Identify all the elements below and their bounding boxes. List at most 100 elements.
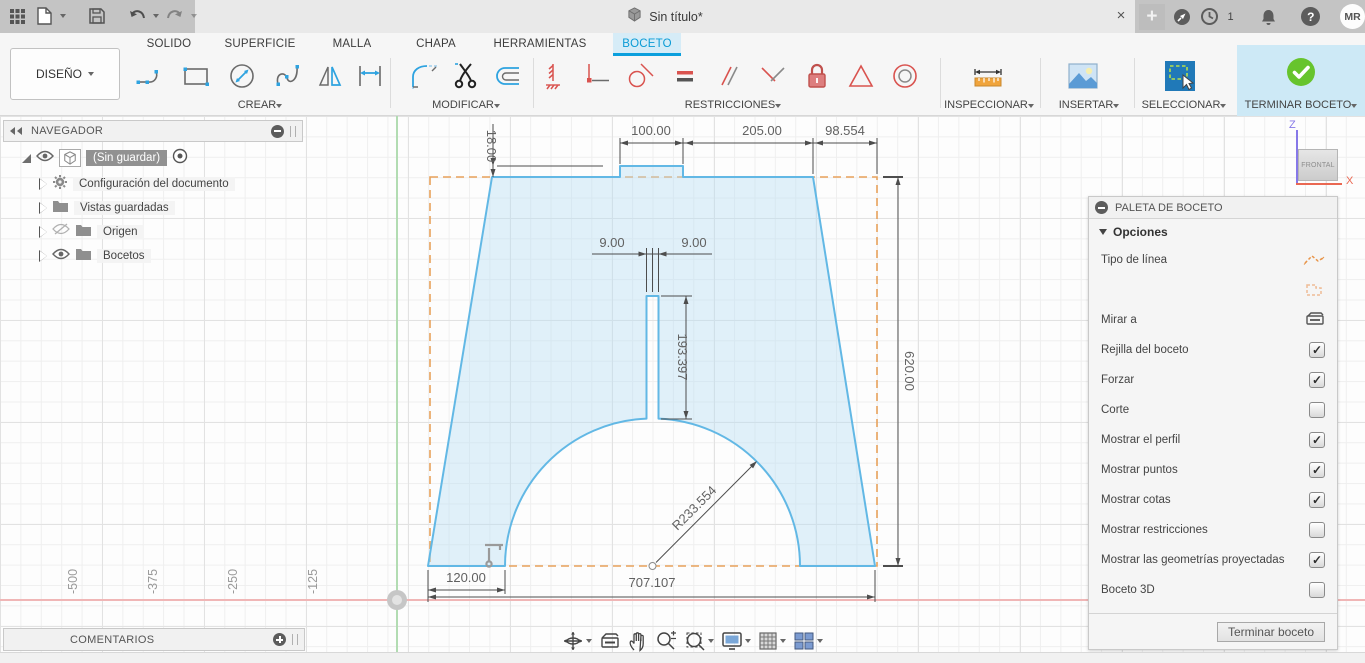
visibility-off-eye-icon[interactable]	[52, 223, 70, 241]
orbit-button[interactable]	[560, 629, 594, 653]
add-comment-icon[interactable]	[273, 633, 286, 646]
undo-icon[interactable]	[126, 5, 148, 27]
navigator-item-label[interactable]: Vistas guardadas	[74, 201, 175, 215]
close-document-icon[interactable]: ×	[1112, 7, 1130, 25]
create-spline-icon[interactable]	[271, 59, 305, 93]
group-seleccionar[interactable]: SELECCIONAR	[1128, 97, 1240, 113]
viewcube-front-face[interactable]: FRONTAL	[1298, 149, 1338, 181]
projected-geometry-icon[interactable]	[1303, 281, 1325, 300]
display-settings-caret-icon[interactable]	[745, 639, 751, 643]
display-settings-button[interactable]	[719, 630, 753, 652]
finish-sketch-check-icon[interactable]	[1284, 55, 1318, 89]
linetype-icon[interactable]	[1303, 251, 1325, 270]
expand-closed-icon[interactable]	[39, 202, 47, 214]
minimize-panel-icon[interactable]	[1095, 201, 1108, 214]
constraint-polygon-icon[interactable]	[844, 59, 878, 93]
tab-chapa[interactable]: CHAPA	[406, 33, 466, 56]
dim-slot-left-offset[interactable]: 9.00	[599, 235, 624, 250]
grid-settings-caret-icon[interactable]	[780, 639, 786, 643]
expand-closed-icon[interactable]	[39, 178, 47, 190]
dim-tab-width[interactable]: 100.00	[631, 123, 671, 138]
navigator-item-label[interactable]: Configuración del documento	[73, 177, 235, 191]
new-tab-button[interactable]: +	[1139, 3, 1165, 30]
create-line-icon[interactable]	[133, 59, 167, 93]
redo-caret-icon[interactable]	[191, 14, 197, 18]
show-projected-geometries-checkbox[interactable]: ✓	[1309, 552, 1325, 568]
create-rectangle-icon[interactable]	[179, 59, 213, 93]
snap-checkbox[interactable]: ✓	[1309, 372, 1325, 388]
pan-button[interactable]	[626, 629, 650, 653]
expand-closed-icon[interactable]	[39, 226, 47, 238]
visibility-eye-icon[interactable]	[52, 247, 70, 265]
show-constraints-checkbox[interactable]	[1309, 522, 1325, 538]
origin-marker[interactable]	[387, 590, 407, 610]
modify-trim-icon[interactable]	[449, 59, 483, 93]
modify-offset-icon[interactable]	[490, 59, 524, 93]
modify-fillet-icon[interactable]	[408, 59, 442, 93]
redo-icon[interactable]	[164, 5, 186, 27]
finish-sketch-button[interactable]: Terminar boceto	[1216, 621, 1325, 642]
constraint-concentric-icon[interactable]	[888, 59, 922, 93]
group-terminar-boceto[interactable]: TERMINAR BOCETO	[1240, 97, 1362, 113]
panel-grip-icon[interactable]	[292, 634, 298, 645]
constraint-horizontal-vertical-icon[interactable]	[536, 59, 570, 93]
tab-solido[interactable]: SOLIDO	[140, 33, 198, 56]
tab-malla[interactable]: MALLA	[322, 33, 382, 56]
tab-boceto[interactable]: BOCETO	[613, 33, 681, 56]
group-inspeccionar[interactable]: INSPECCIONAR	[930, 97, 1048, 113]
document-tab[interactable]: Sin título*	[195, 0, 1135, 33]
insert-image-icon[interactable]	[1066, 59, 1100, 93]
document-root-label[interactable]: (Sin guardar)	[86, 150, 168, 166]
viewports-caret-icon[interactable]	[817, 639, 823, 643]
save-icon[interactable]	[86, 5, 108, 27]
look-at-button[interactable]	[597, 630, 623, 652]
constraint-collinear-icon[interactable]	[756, 59, 790, 93]
section-collapse-icon[interactable]	[1099, 229, 1107, 235]
navigator-item-saved-views[interactable]: Vistas guardadas	[39, 198, 175, 218]
orbit-caret-icon[interactable]	[586, 639, 592, 643]
tab-herramientas[interactable]: HERRAMIENTAS	[490, 33, 590, 56]
job-status-clock-icon[interactable]	[1199, 6, 1221, 28]
navigator-item-label[interactable]: Bocetos	[97, 249, 151, 263]
select-tool-icon[interactable]	[1163, 59, 1197, 93]
dim-foot-width[interactable]: 120.00	[446, 570, 486, 585]
zoom-window-caret-icon[interactable]	[708, 639, 714, 643]
collapse-panel-icon[interactable]	[10, 127, 24, 135]
dim-arc-radius[interactable]: R233.554	[669, 483, 719, 533]
navigator-root-row[interactable]: (Sin guardar)	[22, 148, 188, 168]
dim-slot-depth[interactable]: 193.397	[675, 334, 690, 381]
3d-sketch-checkbox[interactable]	[1309, 582, 1325, 598]
create-mirror-icon[interactable]	[314, 59, 348, 93]
file-menu-icon[interactable]	[33, 5, 55, 27]
group-insertar[interactable]: INSERTAR	[1046, 97, 1132, 113]
dim-total-width[interactable]: 707.107	[629, 575, 676, 590]
constraint-parallel-icon[interactable]	[712, 59, 746, 93]
create-dimension-icon[interactable]	[353, 59, 387, 93]
navigator-item-sketches[interactable]: Bocetos	[39, 246, 151, 266]
extensions-icon[interactable]	[1171, 6, 1193, 28]
undo-caret-icon[interactable]	[153, 14, 159, 18]
zoom-window-button[interactable]	[682, 629, 716, 653]
palette-section-options[interactable]: Opciones	[1089, 219, 1337, 245]
navigator-item-doc-settings[interactable]: Configuración del documento	[39, 174, 235, 194]
app-menu-icon[interactable]	[6, 5, 28, 27]
navigator-item-origin[interactable]: Origen	[39, 222, 144, 242]
show-points-checkbox[interactable]: ✓	[1309, 462, 1325, 478]
create-circle-icon[interactable]	[225, 59, 259, 93]
look-at-icon[interactable]	[1305, 310, 1325, 330]
dim-top-right-span[interactable]: 205.00	[742, 123, 782, 138]
file-menu-caret-icon[interactable]	[60, 14, 66, 18]
zoom-button[interactable]	[653, 629, 679, 653]
activate-target-icon[interactable]	[172, 148, 188, 169]
viewports-button[interactable]	[791, 630, 825, 652]
group-restricciones[interactable]: RESTRICCIONES	[600, 97, 866, 113]
show-profile-checkbox[interactable]: ✓	[1309, 432, 1325, 448]
notifications-bell-icon[interactable]	[1258, 6, 1280, 28]
constraint-equal-icon[interactable]	[668, 59, 702, 93]
inspect-measure-icon[interactable]	[971, 59, 1005, 93]
sketch-profile[interactable]	[427, 165, 876, 567]
tab-superficie[interactable]: SUPERFICIE	[222, 33, 298, 56]
help-icon[interactable]: ?	[1301, 7, 1321, 26]
constraint-lock-icon[interactable]	[800, 59, 834, 93]
group-crear[interactable]: CREAR	[200, 97, 320, 113]
